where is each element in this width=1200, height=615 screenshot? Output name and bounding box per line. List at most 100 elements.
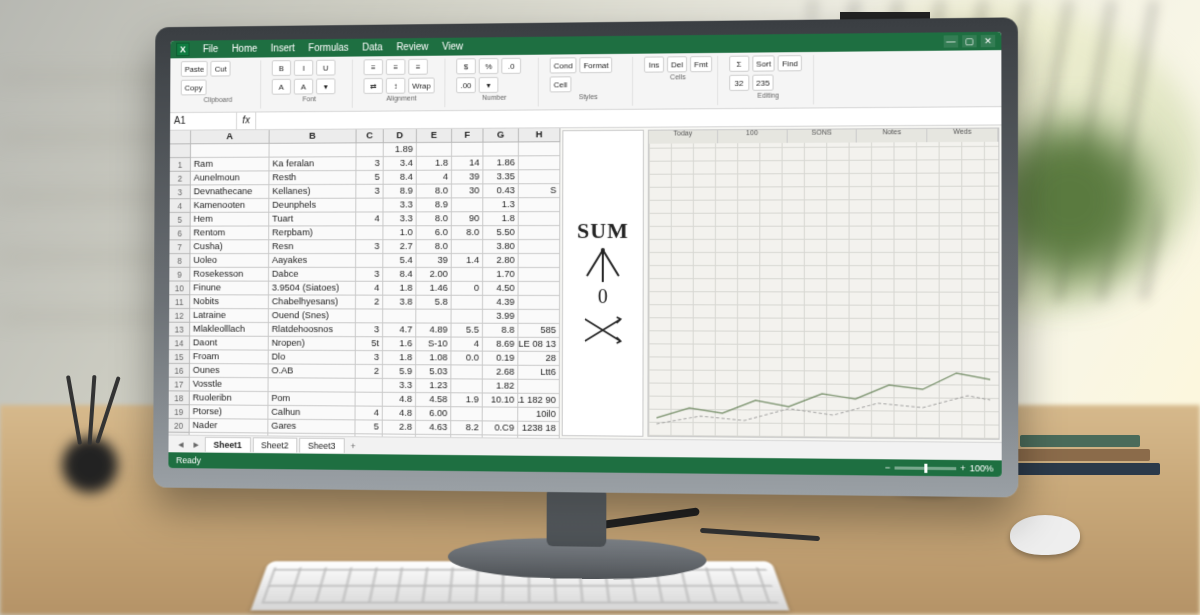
cell[interactable]: 1.6	[383, 337, 416, 351]
cell[interactable]: 14	[452, 157, 483, 171]
cell[interactable]	[452, 143, 483, 157]
cell[interactable]: Gares	[268, 420, 355, 435]
ribbon-button[interactable]: ▾	[479, 77, 499, 93]
cell[interactable]: 2.68	[483, 366, 519, 380]
sheet-tab-1[interactable]: Sheet1	[205, 437, 251, 452]
cell[interactable]: 8.4	[384, 171, 417, 185]
cell[interactable]: 3	[356, 323, 383, 337]
cell[interactable]: 3	[356, 268, 383, 282]
ribbon-button[interactable]: ≡	[386, 59, 406, 75]
side-panel-tab[interactable]: Notes	[857, 129, 927, 143]
window-maximize-button[interactable]: ▢	[962, 35, 976, 47]
cell[interactable]: 8.0	[417, 212, 452, 226]
cell[interactable]	[451, 379, 482, 393]
ribbon-button[interactable]: Σ	[729, 56, 749, 72]
cell[interactable]: 28	[518, 352, 560, 366]
cell[interactable]	[356, 143, 383, 157]
cell[interactable]: 3.4	[384, 157, 417, 171]
cell[interactable]: 3	[356, 185, 383, 199]
cell[interactable]: 2	[356, 296, 383, 310]
cell[interactable]: 3	[356, 240, 383, 254]
column-header[interactable]: G	[483, 129, 518, 143]
cell[interactable]: 8.69	[483, 338, 519, 352]
row-header[interactable]: 11	[169, 295, 190, 309]
cell[interactable]: 1.9	[451, 393, 482, 407]
cell[interactable]	[452, 268, 483, 282]
cell[interactable]: 0.C9	[483, 421, 519, 435]
ribbon-button[interactable]: Paste	[181, 61, 208, 77]
cell[interactable]: 4.58	[416, 393, 451, 407]
cell[interactable]: 90	[452, 212, 483, 226]
row-header[interactable]: 2	[170, 172, 191, 186]
row-header[interactable]: 4	[170, 199, 191, 213]
cell[interactable]: Ruoleribn	[190, 392, 269, 406]
sheet-nav-prev[interactable]: ◄	[174, 437, 187, 451]
cell[interactable]: S-10	[416, 337, 451, 351]
sheet-add-button[interactable]: +	[346, 439, 360, 453]
column-header[interactable]: B	[270, 130, 357, 144]
ribbon-button[interactable]: ▾	[316, 78, 335, 94]
cell[interactable]: 11 182 90	[518, 394, 560, 408]
cell[interactable]	[519, 282, 561, 296]
cell[interactable]: 4.63	[416, 421, 451, 435]
ribbon-button[interactable]: Wrap	[408, 78, 434, 94]
cell[interactable]: Tuart	[269, 213, 356, 227]
ribbon-button[interactable]: 235	[752, 75, 774, 91]
cell[interactable]: 3	[356, 351, 383, 365]
side-panel-tab[interactable]: SONS	[787, 129, 857, 143]
cell[interactable]	[519, 142, 561, 156]
column-header[interactable]: H	[519, 128, 561, 142]
cell[interactable]: 1238 18	[518, 422, 560, 436]
cell[interactable]: 8.0	[452, 226, 483, 240]
cell[interactable]: Pom	[268, 392, 355, 406]
cell[interactable]: 2	[356, 365, 383, 379]
zoom-control[interactable]: −+ 100%	[885, 462, 994, 473]
row-header[interactable]: 16	[169, 364, 190, 378]
cell[interactable]: Ltt6	[518, 366, 560, 380]
cell[interactable]	[519, 170, 561, 184]
cell[interactable]: Kellanes)	[269, 185, 356, 199]
ribbon-button[interactable]: Cond	[550, 57, 577, 73]
cell[interactable]: 4.7	[383, 323, 416, 337]
cell[interactable]: Latraine	[190, 309, 269, 323]
cell[interactable]: 8.2	[451, 421, 482, 435]
cell[interactable]: 39	[452, 170, 483, 184]
cell[interactable]: 1.89	[384, 143, 417, 157]
cell[interactable]: Resn	[269, 240, 356, 254]
cell[interactable]	[356, 379, 383, 393]
cell[interactable]: 4.39	[483, 296, 519, 310]
row-header[interactable]: 9	[169, 268, 190, 282]
cell[interactable]	[269, 143, 356, 157]
cell[interactable]: 1.8	[483, 212, 518, 226]
spreadsheet-grid[interactable]: ABCDEFGH1.891RamKa feralan33.41.8141.862…	[169, 128, 561, 438]
side-panel-tab[interactable]: Today	[649, 130, 718, 143]
cell[interactable]	[416, 310, 451, 324]
row-header[interactable]: 8	[169, 254, 190, 268]
cell[interactable]: 4	[451, 338, 482, 352]
cell[interactable]	[452, 198, 483, 212]
cell[interactable]	[518, 310, 560, 324]
ribbon-button[interactable]: Copy	[181, 80, 207, 96]
cell[interactable]: 3.3	[383, 198, 416, 212]
cell[interactable]: 0.43	[483, 184, 518, 198]
cell[interactable]	[356, 393, 383, 407]
ribbon-button[interactable]: 32	[729, 75, 749, 91]
cell[interactable]: Mlakleolllach	[190, 323, 269, 337]
ribbon-button[interactable]: %	[479, 58, 499, 74]
cell[interactable]	[451, 365, 482, 379]
cell[interactable]: 3.9504 (Siatoes)	[269, 282, 356, 296]
cell[interactable]: 3	[356, 157, 383, 171]
row-header[interactable]: 20	[169, 419, 190, 433]
cell[interactable]: 0.0	[451, 351, 482, 365]
row-header[interactable]: 1	[170, 158, 191, 172]
column-header[interactable]: D	[384, 129, 417, 143]
cell[interactable]: Calhun	[268, 406, 355, 421]
cell[interactable]	[519, 156, 561, 170]
cell[interactable]: 6.0	[417, 226, 452, 240]
column-header[interactable]	[170, 131, 191, 145]
cell[interactable]: 1.8	[383, 282, 416, 296]
cell[interactable]: Rosekesson	[190, 268, 269, 282]
name-box[interactable]: A1	[170, 113, 237, 130]
ribbon-button[interactable]: Find	[778, 55, 802, 71]
cell[interactable]	[356, 309, 383, 323]
